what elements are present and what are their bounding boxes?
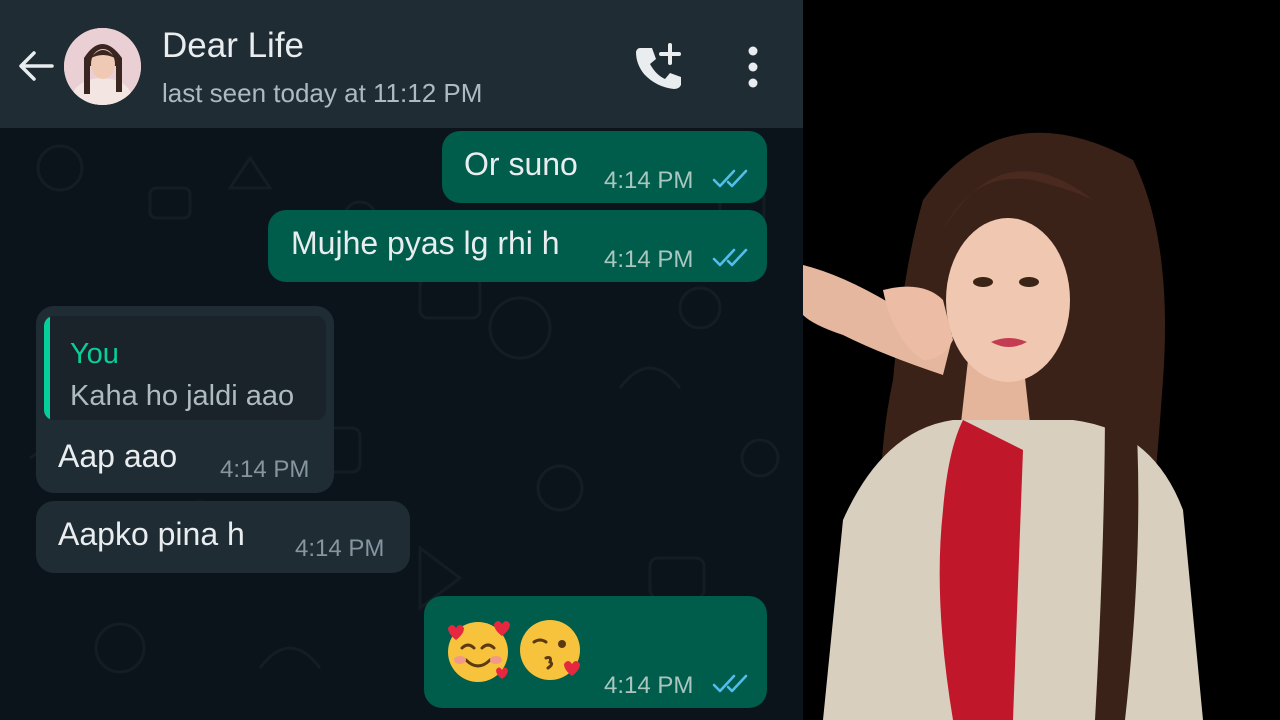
chat-window: Dear Life last seen today at 11:12 PM Or…: [0, 0, 803, 720]
double-check-icon: [712, 674, 748, 693]
message-text: Mujhe pyas lg rhi h: [291, 225, 560, 261]
message-bubble-outgoing[interactable]: 4:14 PM: [424, 596, 767, 708]
double-check-icon: [712, 248, 748, 267]
vertical-dots-icon: [748, 46, 758, 88]
quote-author: You: [70, 338, 119, 370]
back-button[interactable]: [16, 46, 56, 86]
quote-text: Kaha ho jaldi aao: [70, 380, 295, 412]
message-text: Aap aao: [58, 438, 178, 474]
message-time: 4:14 PM: [295, 535, 385, 562]
message-text: Or suno: [464, 146, 578, 182]
message-time: 4:14 PM: [604, 672, 694, 699]
quoted-reply[interactable]: You Kaha ho jaldi aao: [44, 316, 326, 420]
last-seen-status: last seen today at 11:12 PM: [162, 78, 483, 108]
message-time: 4:14 PM: [604, 167, 694, 194]
message-bubble-incoming[interactable]: Aapko pina h 4:14 PM: [36, 501, 410, 573]
message-bubble-incoming[interactable]: You Kaha ho jaldi aao Aap aao 4:14 PM: [36, 306, 334, 493]
double-check-icon: [712, 169, 748, 188]
face-blowing-a-kiss-emoji: [520, 620, 580, 680]
message-text: Aapko pina h: [58, 516, 245, 552]
add-call-button[interactable]: [634, 42, 686, 92]
add-call-icon: [636, 43, 681, 89]
portrait-photo: [803, 0, 1280, 720]
arrow-left-icon: [19, 51, 54, 81]
quote-accent-bar: [44, 316, 50, 420]
chat-header: Dear Life last seen today at 11:12 PM: [0, 0, 803, 128]
smiling-face-with-hearts-emoji: [448, 621, 510, 682]
contact-name[interactable]: Dear Life: [162, 26, 304, 66]
message-bubble-outgoing[interactable]: Or suno 4:14 PM: [442, 131, 767, 203]
menu-button[interactable]: [735, 44, 771, 90]
message-bubble-outgoing[interactable]: Mujhe pyas lg rhi h 4:14 PM: [268, 210, 767, 282]
contact-avatar[interactable]: [64, 28, 141, 105]
message-time: 4:14 PM: [604, 246, 694, 273]
message-time: 4:14 PM: [220, 456, 310, 483]
